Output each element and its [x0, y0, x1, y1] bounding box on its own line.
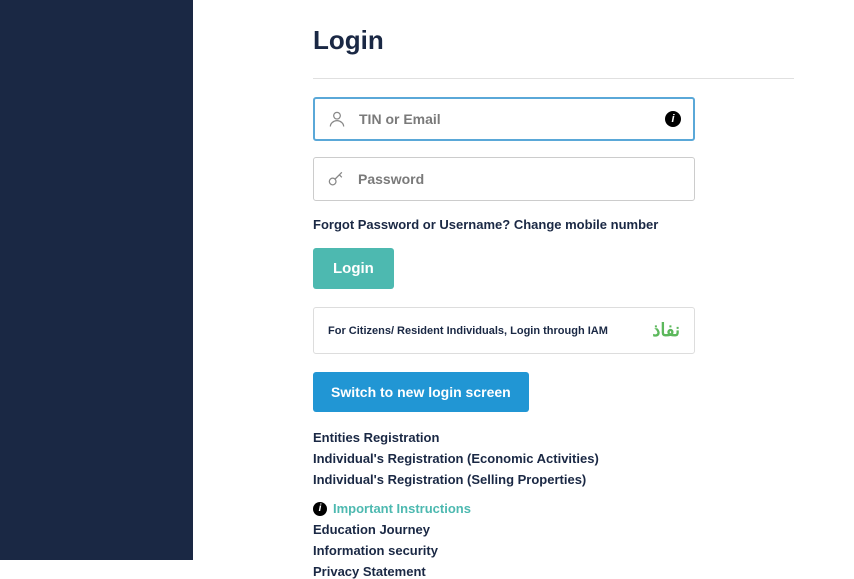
- individual-selling-link[interactable]: Individual's Registration (Selling Prope…: [313, 472, 794, 487]
- help-links: Forgot Password or Username? Change mobi…: [313, 217, 794, 232]
- username-field-container[interactable]: i: [313, 97, 695, 141]
- login-button[interactable]: Login: [313, 248, 394, 289]
- change-mobile-link[interactable]: Change mobile number: [514, 217, 658, 232]
- password-input[interactable]: [358, 171, 682, 187]
- education-journey-link[interactable]: Education Journey: [313, 522, 794, 537]
- password-field-container[interactable]: [313, 157, 695, 201]
- entities-registration-link[interactable]: Entities Registration: [313, 430, 794, 445]
- privacy-statement-link[interactable]: Privacy Statement: [313, 564, 794, 579]
- sidebar: [0, 0, 193, 560]
- important-instructions-label: Important Instructions: [333, 501, 471, 516]
- key-icon: [326, 169, 346, 189]
- iam-login-box[interactable]: For Citizens/ Resident Individuals, Logi…: [313, 307, 695, 354]
- forgot-link[interactable]: Forgot Password or Username?: [313, 217, 510, 232]
- switch-login-button[interactable]: Switch to new login screen: [313, 372, 529, 412]
- page-title: Login: [313, 25, 794, 56]
- iam-text: For Citizens/ Resident Individuals, Logi…: [328, 325, 608, 337]
- info-icon: i: [313, 502, 327, 516]
- important-instructions-link[interactable]: i Important Instructions: [313, 501, 794, 516]
- info-icon[interactable]: i: [665, 111, 681, 127]
- registration-links: Entities Registration Individual's Regis…: [313, 430, 794, 579]
- separator: [313, 78, 794, 79]
- user-icon: [327, 109, 347, 129]
- nafath-logo: نفاذ: [652, 320, 680, 341]
- username-input[interactable]: [359, 111, 665, 127]
- information-security-link[interactable]: Information security: [313, 543, 794, 558]
- main-content: Login i Forgot Password or Username? Cha…: [193, 0, 854, 560]
- individual-economic-link[interactable]: Individual's Registration (Economic Acti…: [313, 451, 794, 466]
